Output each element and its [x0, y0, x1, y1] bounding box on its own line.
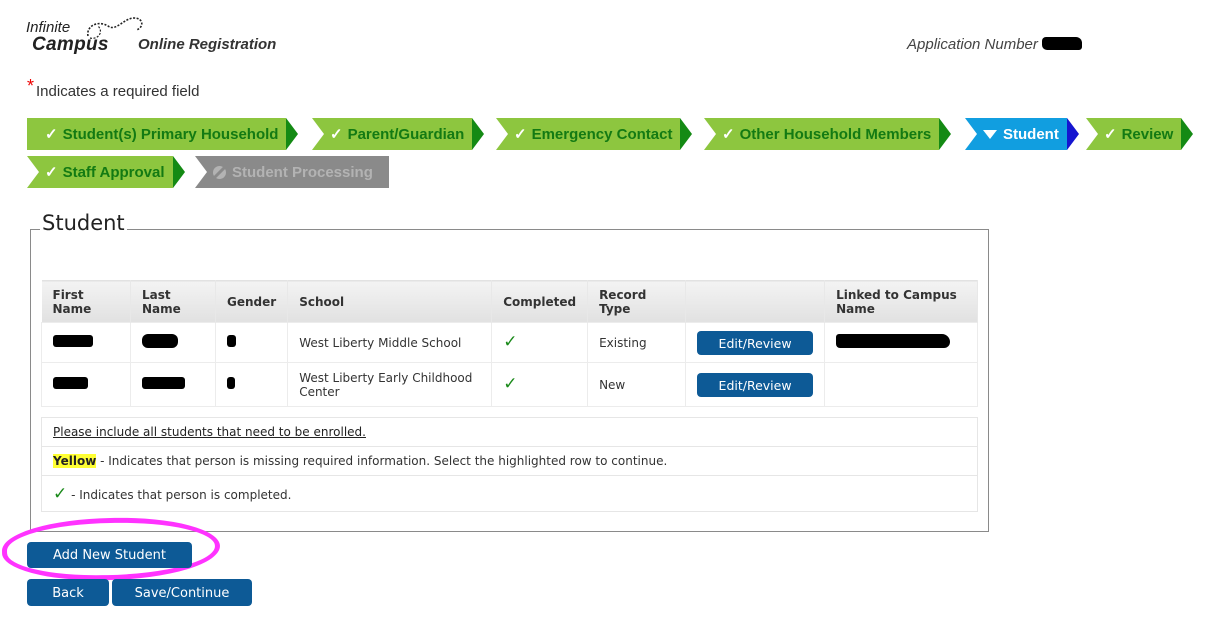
check-icon: ✓ — [514, 126, 527, 143]
step-label: Other Household Members — [739, 125, 932, 143]
caret-down-icon — [983, 129, 997, 139]
redacted-first-name — [53, 335, 93, 347]
school-cell: West Liberty Early Childhood Center — [287, 362, 493, 407]
step-label: Parent/Guardian — [347, 125, 465, 143]
checkmark-icon: ✓ — [503, 332, 518, 352]
last-name-cell — [130, 322, 216, 363]
logo-text-campus: Campus — [32, 34, 109, 55]
step-review[interactable]: ✓ Review — [1086, 118, 1194, 150]
redacted-gender — [227, 335, 236, 347]
check-icon: ✓ — [45, 164, 58, 181]
required-field-note: * Indicates a required field — [27, 76, 200, 101]
step-emergency-contact[interactable]: ✓ Emergency Contact — [496, 118, 693, 150]
step-staff-approval[interactable]: ✓ Staff Approval — [27, 156, 185, 188]
back-button[interactable]: Back — [27, 579, 109, 606]
required-note-text: Indicates a required field — [36, 83, 200, 100]
step-label: Student Processing — [232, 163, 373, 181]
step-label: Student — [1003, 125, 1059, 143]
check-icon: ✓ — [330, 126, 343, 143]
application-number: Application Number — [907, 36, 1082, 53]
linked-name-cell — [824, 322, 978, 363]
students-table: First Name Last Name Gender School Compl… — [41, 280, 978, 407]
step-primary-household[interactable]: ✓ Student(s) Primary Household — [27, 118, 299, 150]
step-student-processing: Student Processing — [195, 156, 389, 188]
check-legend-text: - Indicates that person is completed. — [67, 487, 292, 502]
step-other-household-members[interactable]: ✓ Other Household Members — [704, 118, 952, 150]
yellow-legend-text: - Indicates that person is missing requi… — [96, 454, 668, 468]
edit-review-button[interactable]: Edit/Review — [697, 330, 814, 355]
step-label: Review — [1121, 125, 1174, 143]
include-all-note: Please include all students that need to… — [53, 425, 366, 439]
col-first-name: First Name — [41, 280, 131, 323]
col-completed: Completed — [491, 280, 589, 323]
application-number-label: Application Number — [907, 36, 1038, 53]
table-row[interactable]: West Liberty Middle School ✓ Existing Ed… — [41, 322, 978, 363]
app-title: Online Registration — [138, 36, 277, 53]
section-title: Student — [40, 211, 127, 235]
record-type-cell: New — [587, 362, 687, 407]
gender-cell — [214, 362, 289, 407]
step-student[interactable]: Student — [965, 118, 1079, 150]
redacted-last-name — [142, 377, 185, 389]
redacted-linked-name — [836, 334, 951, 348]
completed-cell: ✓ — [491, 322, 589, 363]
col-school: School — [287, 280, 493, 323]
required-marker: * — [27, 76, 35, 96]
gender-cell — [214, 322, 289, 363]
step-parent-guardian[interactable]: ✓ Parent/Guardian — [312, 118, 485, 150]
checkmark-icon: ✓ — [503, 374, 518, 394]
edit-review-button[interactable]: Edit/Review — [697, 372, 814, 397]
step-label: Emergency Contact — [531, 125, 673, 143]
step-label: Student(s) Primary Household — [62, 125, 279, 143]
step-label: Staff Approval — [62, 163, 165, 181]
redacted-gender — [227, 377, 235, 389]
redacted-first-name — [53, 377, 88, 389]
col-record-type: Record Type — [587, 280, 687, 323]
yellow-legend: Yellow - Indicates that person is missin… — [41, 446, 978, 476]
application-number-redacted — [1041, 37, 1082, 50]
action-cell: Edit/Review — [685, 362, 826, 407]
check-icon: ✓ — [45, 126, 58, 143]
ban-icon — [213, 165, 226, 179]
yellow-highlight-label: Yellow — [53, 454, 97, 468]
redacted-last-name — [142, 334, 178, 348]
first-name-cell — [41, 322, 131, 363]
col-actions — [685, 280, 826, 323]
col-last-name: Last Name — [130, 280, 216, 323]
school-cell: West Liberty Middle School — [287, 322, 493, 363]
table-row[interactable]: West Liberty Early Childhood Center ✓ Ne… — [41, 362, 978, 407]
infinite-campus-logo: Infinite Campus — [26, 14, 146, 58]
action-cell: Edit/Review — [685, 322, 826, 363]
table-header-row: First Name Last Name Gender School Compl… — [41, 280, 978, 323]
check-icon: ✓ — [722, 126, 735, 143]
first-name-cell — [41, 362, 131, 407]
checkmark-icon: ✓ — [53, 483, 68, 504]
completed-cell: ✓ — [491, 362, 589, 407]
col-gender: Gender — [215, 280, 289, 323]
save-continue-button[interactable]: Save/Continue — [112, 579, 252, 606]
record-type-cell: Existing — [587, 322, 687, 363]
notes-table: Please include all students that need to… — [41, 417, 978, 512]
last-name-cell — [130, 362, 216, 407]
check-legend: ✓ - Indicates that person is completed. — [41, 475, 978, 512]
add-new-student-button[interactable]: Add New Student — [27, 542, 192, 568]
check-icon: ✓ — [1104, 126, 1117, 143]
col-linked-campus-name: Linked to Campus Name — [824, 280, 978, 323]
linked-name-cell — [824, 362, 978, 407]
